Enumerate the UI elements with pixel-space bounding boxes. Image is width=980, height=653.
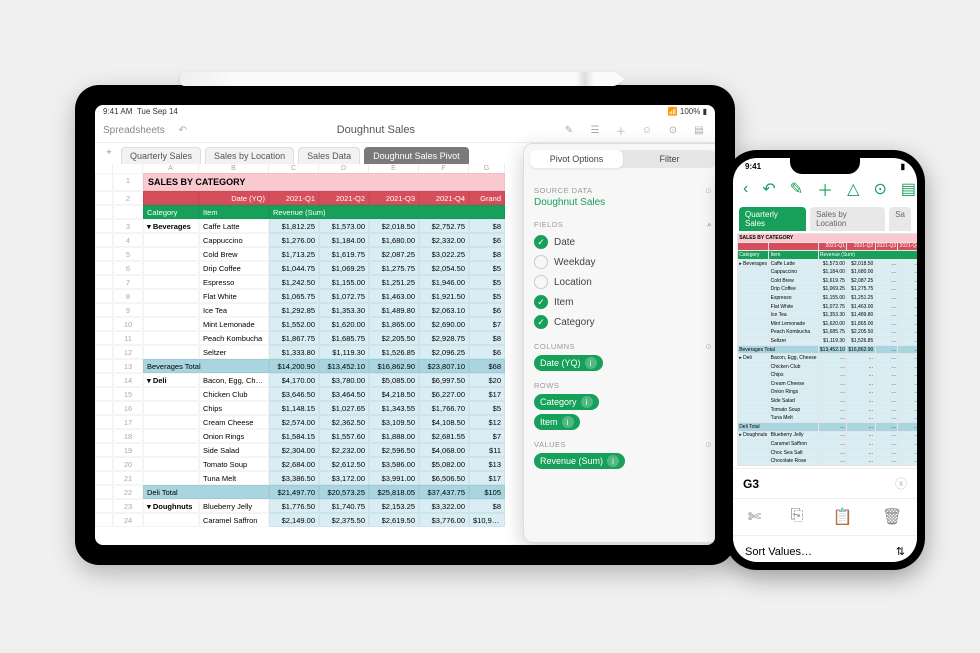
delete-icon[interactable]: 🗑 [882,507,902,527]
pivot-options-tab[interactable]: Pivot Options [530,150,623,168]
iphone-time: 9:41 [745,162,761,171]
info-icon[interactable]: i [562,416,574,428]
iphone-plus-icon[interactable]: ＋ [817,177,833,201]
undo-icon[interactable]: ↶ [175,122,191,138]
values-menu-icon[interactable]: ⊙ [705,440,712,449]
iphone-sheet-tab[interactable]: Sales by Location [810,207,885,231]
iphone-more-icon[interactable]: ⊙ [873,179,886,199]
search-icon[interactable]: ⌕ [707,220,712,230]
ipad-time: 9:41 AM [103,107,132,116]
field-name: Date [554,237,575,248]
ipad-battery: 100% [680,107,700,116]
fields-label: FIELDS [534,220,563,230]
clear-cell-icon[interactable]: ⓧ [895,475,907,492]
iphone-device: 9:41 ▮ ‹ ↶ ✎ ＋ △ ⊙ ▤ Quarterly SalesSale… [725,150,925,570]
apple-pencil [180,72,620,86]
source-data-label: SOURCE DATA [534,186,593,195]
ipad-status-bar: 9:41 AM Tue Sep 14 📶 100% ▮ [95,105,715,118]
field-row[interactable]: ✓ Item [534,292,712,312]
source-data-link[interactable]: Doughnut Sales [534,197,712,208]
collaborate-icon[interactable]: ☺ [639,122,655,138]
sheet-tab[interactable]: Doughnut Sales Pivot [364,147,469,164]
iphone-toolbar: ‹ ↶ ✎ ＋ △ ⊙ ▤ [733,175,917,203]
ipad-toolbar: Spreadsheets ↶ Doughnut Sales ✎ ☰ ＋ ☺ ⊙ … [95,118,715,143]
plus-icon[interactable]: ＋ [613,122,629,138]
iphone-brush-icon[interactable]: ✎ [790,179,803,199]
copy-icon[interactable]: ⎘ [790,507,803,527]
more-icon[interactable]: ⊙ [665,122,681,138]
columns-section-label: COLUMNS [534,342,575,351]
paste-icon[interactable]: 📋 [833,507,853,527]
iphone-action-row: ✄ ⎘ 📋 🗑 [733,498,917,535]
iphone-notch [790,158,860,174]
organize-icon[interactable]: ☰ [587,122,603,138]
info-icon[interactable]: i [607,455,619,467]
sidebar-icon[interactable]: ▤ [691,122,707,138]
checkbox-icon[interactable]: ✓ [534,315,548,329]
sheet-tab[interactable]: Sales Data [298,147,360,164]
rows-section-label: ROWS [534,381,559,390]
field-row[interactable]: Location [534,272,712,292]
pivot-pill[interactable]: Categoryi [534,394,599,410]
ipad-device: 9:41 AM Tue Sep 14 📶 100% ▮ Spreadsheets… [75,85,735,565]
iphone-battery-icon: ▮ [901,162,905,171]
field-row[interactable]: ✓ Date [534,232,712,252]
sheet-tab[interactable]: Quarterly Sales [121,147,201,164]
checkbox-icon[interactable]: ✓ [534,295,548,309]
iphone-sheet-tabs: Quarterly SalesSales by LocationSa [733,203,917,231]
menu-item-icon: ⇅ [896,545,905,558]
checkbox-icon[interactable] [534,275,548,289]
field-name: Weekday [554,257,596,268]
checkbox-icon[interactable] [534,255,548,269]
iphone-back-icon[interactable]: ‹ [743,180,748,198]
iphone-sheet-tab[interactable]: Quarterly Sales [739,207,806,231]
iphone-share-icon[interactable]: △ [847,179,859,199]
iphone-screen: 9:41 ▮ ‹ ↶ ✎ ＋ △ ⊙ ▤ Quarterly SalesSale… [733,158,917,562]
ipad-date: Tue Sep 14 [137,107,178,116]
brush-icon[interactable]: ✎ [561,122,577,138]
source-menu-icon[interactable]: ⊙ [705,186,712,195]
iphone-undo-icon[interactable]: ↶ [762,179,775,199]
field-name: Location [554,277,592,288]
field-name: Category [554,317,595,328]
field-row[interactable]: Weekday [534,252,712,272]
document-title: Doughnut Sales [201,124,551,136]
pivot-pill[interactable]: Date (YQ)i [534,355,603,371]
sheet-tab[interactable]: Sales by Location [205,147,294,164]
panel-tab-segment[interactable]: Pivot Options Filter [530,150,715,168]
pivot-pill[interactable]: Itemi [534,414,580,430]
checkbox-icon[interactable]: ✓ [534,235,548,249]
columns-menu-icon[interactable]: ⊙ [705,342,712,351]
pivot-options-panel: Pivot Options Filter SOURCE DATA ⊙ Doughn… [523,143,715,543]
iphone-sheet-tab[interactable]: Sa [889,207,911,231]
values-section-label: VALUES [534,440,566,449]
ipad-screen: 9:41 AM Tue Sep 14 📶 100% ▮ Spreadsheets… [95,105,715,545]
cell-reference-bar: G3 ⓧ [733,468,917,498]
field-row[interactable]: ✓ Category [534,312,712,332]
cut-icon[interactable]: ✄ [748,507,761,527]
pivot-pill[interactable]: Revenue (Sum)i [534,453,625,469]
info-icon[interactable]: i [585,357,597,369]
cell-reference: G3 [743,477,759,491]
add-sheet-button[interactable]: + [101,147,117,164]
field-name: Item [554,297,573,308]
back-button[interactable]: Spreadsheets [103,125,165,136]
iphone-sidebar-icon[interactable]: ▤ [901,179,916,199]
info-icon[interactable]: i [581,396,593,408]
filter-tab[interactable]: Filter [623,150,715,168]
iphone-spreadsheet-area[interactable]: SALES BY CATEGORY2021-Q12021-Q22021-Q320… [733,231,917,468]
context-menu-item[interactable]: Sort Values…⇅ [733,535,917,562]
